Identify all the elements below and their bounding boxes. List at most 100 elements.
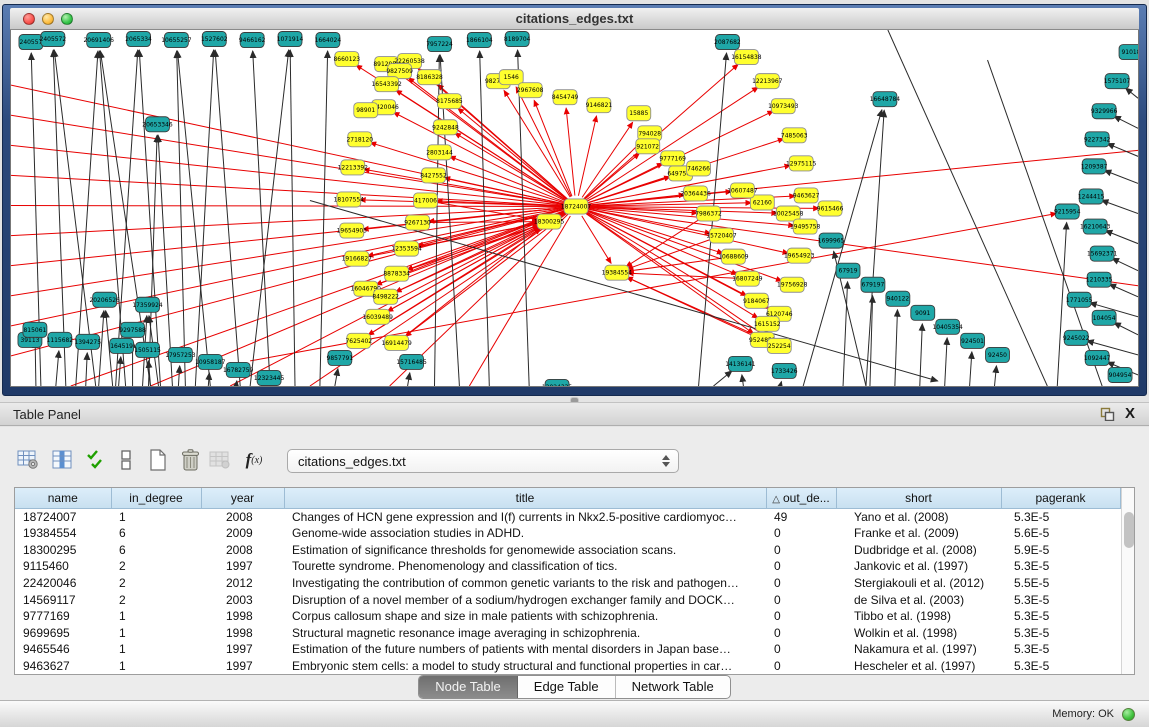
citation-edge-black[interactable] — [1109, 284, 1138, 297]
graph-node-q1[interactable]: 67919 — [836, 263, 860, 278]
graph-node-z15[interactable]: 746266 — [687, 161, 711, 176]
graph-node-c18[interactable]: 1733426 — [771, 363, 798, 378]
graph-node-y30[interactable]: 16039489 — [363, 309, 394, 324]
table-row[interactable]: 977716911998Corpus callosum shape and si… — [15, 608, 1120, 625]
citation-edge-black[interactable] — [945, 338, 947, 386]
table-row[interactable]: 1872400712008Changes of HCN gene express… — [15, 508, 1120, 525]
graph-node-n5[interactable]: 10655257 — [161, 33, 192, 48]
citation-edge-black[interactable] — [742, 375, 744, 386]
table-cell[interactable]: de Silva et al. (2003) — [836, 591, 1001, 608]
citation-edge-black[interactable] — [1126, 88, 1138, 98]
citation-edge-black[interactable] — [408, 373, 410, 386]
table-cell[interactable]: 9463627 — [15, 657, 111, 674]
graph-node-y20[interactable]: 8427552 — [420, 168, 447, 183]
table-cell[interactable]: 5.6E-5 — [1001, 525, 1120, 542]
table-row[interactable]: 1456911722003Disruption of a novel membe… — [15, 591, 1120, 608]
table-row[interactable]: 969969511998Structural magnetic resonanc… — [15, 624, 1120, 641]
table-cell[interactable]: 6 — [111, 542, 201, 559]
graph-node-q4[interactable]: 9091 — [911, 305, 935, 320]
table-cell[interactable]: 0 — [766, 608, 836, 625]
graph-node-r5[interactable]: 1244415 — [1078, 189, 1105, 204]
citation-edge-black[interactable] — [843, 282, 848, 386]
column-header-name[interactable]: name — [15, 488, 111, 508]
graph-node-c12[interactable]: 16782759 — [223, 362, 254, 377]
table-cell[interactable]: 18724007 — [15, 508, 111, 525]
graph-node-z3[interactable]: 10973493 — [768, 99, 799, 114]
graph-node-z21[interactable]: 10688609 — [718, 249, 749, 264]
graph-node-q3[interactable]: 940122 — [886, 291, 910, 306]
table-cell[interactable]: 1 — [111, 624, 201, 641]
graph-node-n2[interactable]: 2405572 — [40, 32, 67, 47]
table-cell[interactable]: Yano et al. (2008) — [836, 508, 1001, 525]
citation-edge-red[interactable] — [455, 133, 567, 201]
float-panel-icon[interactable] — [1100, 407, 1115, 421]
graph-node-c19[interactable]: 1699965 — [818, 233, 845, 248]
table-cell[interactable]: Investigating the contribution of common… — [284, 575, 766, 592]
scrollbar-thumb[interactable] — [1124, 512, 1134, 548]
graph-node-z9[interactable]: 19495758 — [790, 219, 821, 234]
table-cell[interactable]: Genome-wide association studies in ADHD. — [284, 525, 766, 542]
table-cell[interactable]: 0 — [766, 542, 836, 559]
table-vertical-scrollbar[interactable] — [1121, 488, 1135, 674]
graph-node-y21[interactable]: 18107554 — [334, 192, 365, 207]
table-row[interactable]: 1938455462009Genome-wide association stu… — [15, 525, 1120, 542]
table-cell[interactable]: Embryonic stem cells: a model to study s… — [284, 657, 766, 674]
table-cell[interactable]: 2012 — [201, 575, 284, 592]
table-cell[interactable]: 1997 — [201, 641, 284, 658]
table-cell[interactable]: 49 — [766, 508, 836, 525]
table-cell[interactable]: 9777169 — [15, 608, 111, 625]
graph-node-r15[interactable]: 91018 — [1119, 45, 1138, 60]
graph-node-c9[interactable]: 1505115 — [134, 342, 161, 357]
table-cell[interactable]: Disruption of a novel member of a sodium… — [284, 591, 766, 608]
graph-node-y25[interactable]: 12353594 — [391, 241, 422, 256]
graph-node-r8[interactable]: 15692371 — [1087, 246, 1118, 261]
graph-node-z22[interactable]: 16807249 — [732, 271, 763, 286]
graph-node-y15[interactable]: 15885 — [627, 106, 651, 121]
memory-status-icon[interactable] — [1122, 708, 1135, 721]
graph-node-y5[interactable]: 8186328 — [416, 70, 443, 85]
table-row[interactable]: 946362711997Embryonic stem cells: a mode… — [15, 657, 1120, 674]
citation-edge-red[interactable] — [396, 226, 539, 292]
graph-node-r9[interactable]: 1210335 — [1086, 272, 1113, 287]
network-canvas-svg[interactable]: 2405572405572206914062065334106552571527… — [11, 30, 1138, 386]
table-cell[interactable]: 1997 — [201, 657, 284, 674]
citation-edge-black[interactable] — [1104, 170, 1138, 183]
graph-node-n15[interactable]: 16648784 — [870, 92, 901, 107]
table-cell[interactable]: 5.3E-5 — [1001, 624, 1120, 641]
table-cell[interactable]: Estimation of the future numbers of pati… — [284, 641, 766, 658]
graph-node-r3[interactable]: 9227342 — [1084, 132, 1111, 147]
graph-node-y23[interactable]: 9267130 — [404, 215, 431, 230]
graph-node-G[interactable]: 18300295 — [534, 214, 565, 229]
table-chooser-combobox[interactable]: citations_edges.txt — [287, 449, 679, 473]
graph-node-y32[interactable]: 16914479 — [381, 335, 412, 350]
graph-node-c10[interactable]: 17957253 — [165, 347, 196, 362]
table-cell[interactable]: 2 — [111, 575, 201, 592]
table-cell[interactable]: Hescheler et al. (1997) — [836, 657, 1001, 674]
table-cell[interactable]: 5.3E-5 — [1001, 657, 1120, 674]
citation-edge-red[interactable] — [587, 208, 1138, 286]
graph-node-y10[interactable]: 8175685 — [436, 94, 463, 109]
column-header-out-de-[interactable]: △out_de... — [766, 488, 836, 508]
table-cell[interactable]: Jankovic et al. (1997) — [836, 558, 1001, 575]
graph-node-n7[interactable]: 9466162 — [239, 33, 266, 48]
citation-edge-red[interactable] — [11, 145, 565, 205]
graph-node-r13[interactable]: 1092447 — [1084, 350, 1111, 365]
table-cell[interactable]: 0 — [766, 657, 836, 674]
table-cell[interactable]: 2 — [111, 591, 201, 608]
table-cell[interactable]: Dudbridge et al. (2008) — [836, 542, 1001, 559]
combobox-stepper-icon[interactable] — [662, 455, 670, 467]
graph-node-n10[interactable]: 7957224 — [426, 37, 453, 52]
graph-node-c16[interactable]: 12024335 — [542, 379, 573, 386]
graph-node-y22[interactable]: 417006 — [414, 193, 438, 208]
table-cell[interactable]: 18300295 — [15, 542, 111, 559]
new-column-icon[interactable] — [144, 445, 172, 475]
citation-edge-red[interactable] — [628, 273, 737, 278]
citation-edge-red[interactable] — [11, 175, 565, 205]
graph-node-y24[interactable]: 19654903 — [337, 223, 368, 238]
graph-node-c3[interactable]: 1115682 — [47, 332, 74, 347]
graph-node-y26[interactable]: 19166827 — [342, 251, 373, 266]
select-all-icon[interactable] — [82, 445, 110, 475]
citation-edge-red[interactable] — [578, 116, 596, 196]
citation-edge-black[interactable] — [195, 50, 213, 386]
table-cell[interactable]: Corpus callosum shape and size in male p… — [284, 608, 766, 625]
